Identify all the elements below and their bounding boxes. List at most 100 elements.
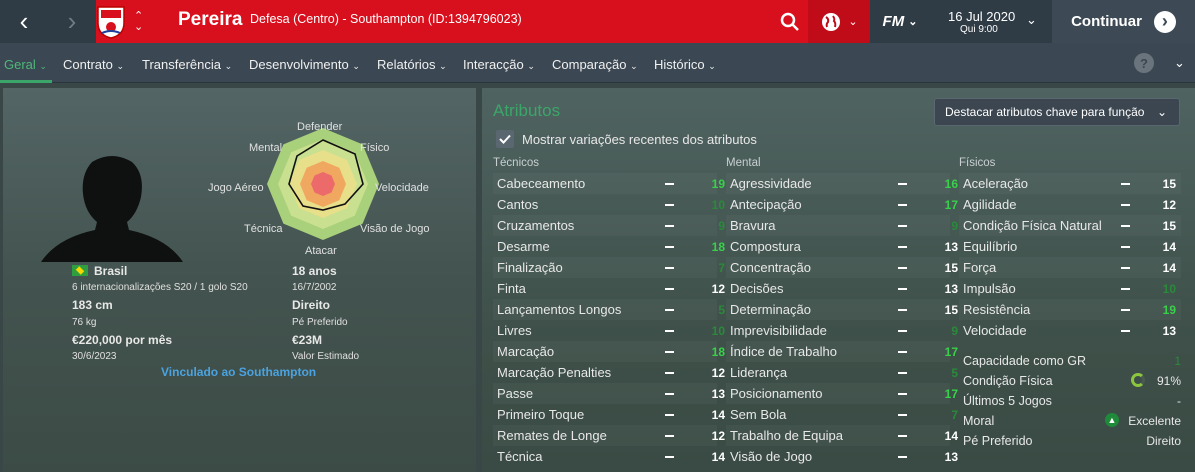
attribute-row[interactable]: Passe 13 <box>493 383 725 404</box>
help-icon[interactable]: ? <box>1134 53 1154 73</box>
info-label: Condição Física <box>963 373 1053 388</box>
attribute-value: 15 <box>944 260 958 275</box>
nationality[interactable]: Brasil <box>94 264 127 278</box>
attribute-row[interactable]: Agilidade 12 <box>959 194 1181 215</box>
attribute-row[interactable]: Lançamentos Longos 5 <box>493 299 725 320</box>
continue-button[interactable]: Continuar › <box>1052 0 1195 43</box>
attribute-row[interactable]: Remates de Longe 12 <box>493 425 725 446</box>
club-crest[interactable]: ⌃ ⌄ <box>96 0 162 43</box>
no-change-indicator <box>665 393 674 395</box>
attribute-row[interactable]: Primeiro Toque 14 <box>493 404 725 425</box>
show-changes-label[interactable]: Mostrar variações recentes dos atributos <box>522 132 757 147</box>
tab-label: Histórico <box>654 57 705 72</box>
fm-menu-button[interactable]: FM ⌄ <box>870 0 930 43</box>
attribute-row[interactable]: Condição Física Natural 15 <box>959 215 1181 236</box>
player-profile-panel: Defender Físico Velocidade Visão de Jogo… <box>3 88 476 472</box>
crest-switch[interactable]: ⌃ ⌄ <box>134 10 143 33</box>
attribute-value: 17 <box>944 197 958 212</box>
current-time: Qui 9:00 <box>960 24 998 35</box>
attribute-row[interactable]: Agressividade 16 <box>726 173 958 194</box>
tab-historico[interactable]: Histórico ⌄ <box>654 57 716 72</box>
attribute-row[interactable]: Visão de Jogo 13 <box>726 446 958 467</box>
attribute-row[interactable]: Posicionamento 17 <box>726 383 958 404</box>
attribute-row[interactable]: Técnica 14 <box>493 446 725 467</box>
attribute-value: 15 <box>944 302 958 317</box>
attribute-value: 15 <box>1162 218 1176 233</box>
world-menu-button[interactable]: ⌄ <box>808 0 870 43</box>
contract-end: 30/6/2023 <box>72 351 117 362</box>
date-of-birth: 16/7/2002 <box>292 282 337 293</box>
attribute-row[interactable]: Marcação 18 <box>493 341 725 362</box>
tab-transferencia[interactable]: Transferência ⌄ <box>142 57 232 72</box>
no-change-indicator <box>665 435 674 437</box>
forward-button[interactable]: › <box>48 0 96 43</box>
top-bar: ‹ › ⌃ ⌄ Pereira Defesa (Centro) - Southa… <box>0 0 1195 43</box>
attribute-row[interactable]: Aceleração 15 <box>959 173 1181 194</box>
back-button[interactable]: ‹ <box>0 0 48 43</box>
show-changes-checkbox[interactable] <box>496 130 514 148</box>
attribute-row[interactable]: Cantos 10 <box>493 194 725 215</box>
attribute-row[interactable]: Imprevisibilidade 9 <box>726 320 958 341</box>
attribute-row[interactable]: Velocidade 13 <box>959 320 1181 341</box>
attribute-row[interactable]: Decisões 13 <box>726 278 958 299</box>
tab-interaccao[interactable]: Interacção ⌄ <box>463 57 535 72</box>
tab-desenvolvimento[interactable]: Desenvolvimento ⌄ <box>249 57 360 72</box>
tab-relatorios[interactable]: Relatórios ⌄ <box>377 57 447 72</box>
search-icon <box>780 12 799 31</box>
tab-comparacao[interactable]: Comparação ⌄ <box>552 57 638 72</box>
attribute-value: 9 <box>951 218 958 233</box>
attribute-name: Cantos <box>497 197 539 212</box>
attribute-row[interactable]: Determinação 15 <box>726 299 958 320</box>
attribute-row[interactable]: Desarme 18 <box>493 236 725 257</box>
attribute-row[interactable]: Cruzamentos 9 <box>493 215 725 236</box>
attribute-row[interactable]: Livres 10 <box>493 320 725 341</box>
radar-label-velocidade: Velocidade <box>375 182 429 194</box>
attribute-value: 14 <box>1162 239 1176 254</box>
attribute-row[interactable]: Cabeceamento 19 <box>493 173 725 194</box>
wage: €220,000 por mês <box>72 333 173 347</box>
chevron-left-icon: ‹ <box>19 6 29 36</box>
no-change-indicator <box>898 456 907 458</box>
no-change-indicator <box>898 351 907 353</box>
info-row: Últimos 5 Jogos - <box>959 390 1181 411</box>
no-change-indicator <box>898 204 907 206</box>
attribute-row[interactable]: Marcação Penalties 12 <box>493 362 725 383</box>
attribute-value: 10 <box>1162 281 1176 296</box>
attribute-row[interactable]: Impulsão 10 <box>959 278 1181 299</box>
attribute-row[interactable]: Finta 12 <box>493 278 725 299</box>
attribute-row[interactable]: Bravura 9 <box>726 215 958 236</box>
chevron-down-icon[interactable]: ⌄ <box>1174 55 1185 71</box>
search-button[interactable] <box>772 0 808 43</box>
attribute-row[interactable]: Antecipação 17 <box>726 194 958 215</box>
attribute-row[interactable]: Liderança 5 <box>726 362 958 383</box>
date-display[interactable]: 16 Jul 2020 Qui 9:00 ⌄ <box>930 0 1052 43</box>
attribute-row[interactable]: Equilíbrio 14 <box>959 236 1181 257</box>
tab-geral[interactable]: Geral ⌄ <box>4 57 47 72</box>
attribute-row[interactable]: Índice de Trabalho 17 <box>726 341 958 362</box>
no-change-indicator <box>1121 330 1130 332</box>
attribute-row[interactable]: Compostura 13 <box>726 236 958 257</box>
tab-contrato[interactable]: Contrato ⌄ <box>63 57 124 72</box>
no-change-indicator <box>665 225 674 227</box>
no-change-indicator <box>1121 204 1130 206</box>
attribute-row[interactable]: Força 14 <box>959 257 1181 278</box>
attribute-name: Antecipação <box>730 197 802 212</box>
attributes-panel: Atributos Mostrar variações recentes dos… <box>482 88 1195 472</box>
attribute-row[interactable]: Trabalho de Equipa 14 <box>726 425 958 446</box>
attribute-row[interactable]: Sem Bola 7 <box>726 404 958 425</box>
fm-logo: FM <box>882 13 905 30</box>
attribute-row[interactable]: Resistência 19 <box>959 299 1181 320</box>
no-change-indicator <box>898 288 907 290</box>
club-link[interactable]: Vinculado ao Southampton <box>161 365 316 379</box>
highlight-attributes-dropdown[interactable]: Destacar atributos chave para função ⌄ <box>934 98 1180 126</box>
attribute-row[interactable]: Finalização 7 <box>493 257 725 278</box>
attribute-value: 9 <box>951 323 958 338</box>
morale-up-icon: ▲ <box>1105 413 1119 427</box>
attribute-row[interactable]: Concentração 15 <box>726 257 958 278</box>
attribute-name: Livres <box>497 323 532 338</box>
attribute-value: 19 <box>711 176 725 191</box>
info-value: 1 <box>1174 353 1181 368</box>
attribute-value: 14 <box>1162 260 1176 275</box>
chevron-down-icon: ⌄ <box>1026 12 1037 27</box>
attribute-name: Força <box>963 260 997 275</box>
